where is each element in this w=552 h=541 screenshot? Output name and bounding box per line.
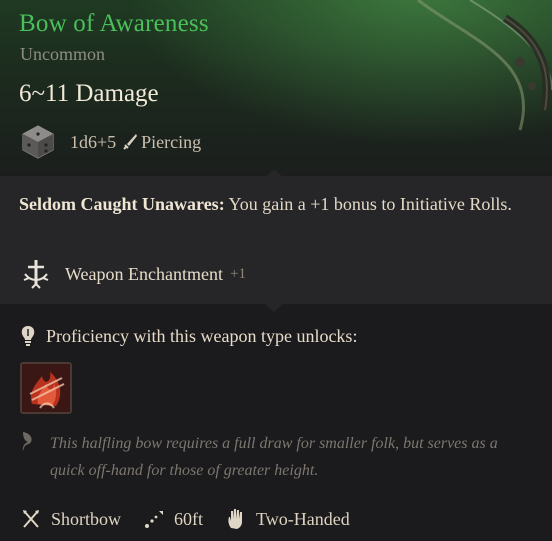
passive-description-block: Seldom Caught Unawares: You gain a +1 bo…: [19, 191, 529, 218]
enchantment-label: Weapon Enchantment: [65, 263, 223, 284]
damage-dice-row: 1d6+5 Piercing: [20, 124, 201, 160]
dice-icon: [22, 125, 54, 159]
proficiency-label: Proficiency with this weapon type unlock…: [46, 325, 358, 346]
weapon-handedness: Two-Handed: [256, 508, 350, 529]
item-damage: 6~11 Damage: [19, 80, 159, 107]
handedness-item: Two-Handed: [225, 508, 350, 530]
item-tooltip: Bow of Awareness Uncommon 6~11 Damage 1d…: [0, 0, 552, 541]
piercing-icon: [123, 134, 138, 150]
item-name: Bow of Awareness: [19, 10, 209, 37]
flame-slash-icon: [22, 364, 70, 412]
lightbulb-icon: [21, 326, 35, 346]
flavor-text: This halfling bow requires a full draw f…: [50, 435, 498, 479]
passive-name: Seldom Caught Unawares:: [19, 194, 225, 214]
range-dots-icon: [145, 511, 164, 528]
sword-enchantment-icon: [23, 260, 49, 289]
weapon-type-item: Shortbow: [20, 508, 121, 530]
passive-description: You gain a +1 bonus to Initiative Rolls.: [224, 194, 512, 214]
enchantment-value: +1: [230, 265, 246, 282]
damage-dice: 1d6+5: [70, 131, 117, 152]
damage-type: Piercing: [141, 131, 202, 152]
hand-icon: [228, 509, 243, 529]
weapon-properties-footer: Shortbow 60ft Two-Handed: [20, 504, 372, 534]
proficiency-row: Proficiency with this weapon type unlock…: [20, 322, 357, 350]
range-item: 60ft: [143, 508, 203, 530]
tooltip-header: Bow of Awareness Uncommon 6~11 Damage 1d…: [0, 0, 552, 176]
section-divider-notch-bottom: [265, 304, 283, 312]
quill-icon: [22, 432, 32, 451]
crossed-arrows-icon: [23, 510, 39, 528]
item-rarity: Uncommon: [20, 44, 105, 64]
proficiency-action-button[interactable]: [20, 362, 72, 414]
enchantment-row: Weapon Enchantment +1: [20, 258, 246, 290]
weapon-type: Shortbow: [51, 508, 122, 529]
weapon-range: 60ft: [174, 508, 204, 529]
